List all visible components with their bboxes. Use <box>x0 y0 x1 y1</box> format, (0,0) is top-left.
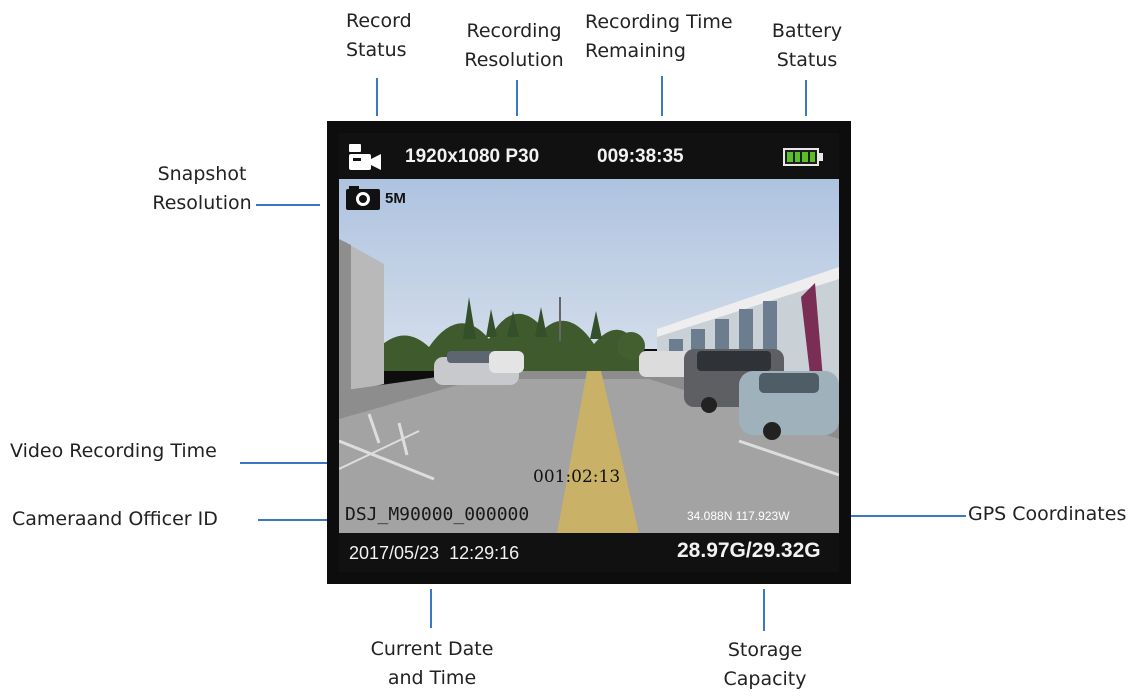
camera-icon <box>345 185 381 215</box>
storage-capacity-value: 28.97G/29.32G <box>677 539 821 562</box>
camera-screen: 1920x1080 P30 009:38:35 5M 001:02:13 DSJ… <box>327 121 851 584</box>
callout-snapshot-resolution-line2: Resolution <box>152 192 252 214</box>
callout-current-date-time: Current Date and Time <box>362 635 502 693</box>
callout-recording-time-remaining-line2: Remaining <box>585 40 686 62</box>
camera-officer-id-value: DSJ_M90000_000000 <box>345 504 530 525</box>
callout-gps-coordinates-text: GPS Coordinates <box>968 503 1127 525</box>
callout-battery-status-line2: Status <box>776 49 838 71</box>
callout-video-recording-time-text: Video Recording Time <box>10 440 217 462</box>
info-bar: 2017/05/23 12:29:16 28.97G/29.32G <box>339 533 839 572</box>
gps-coordinates-value: 34.088N 117.923W <box>687 509 790 523</box>
leader-recording-time-remaining <box>661 76 663 116</box>
status-bar: 1920x1080 P30 009:38:35 <box>339 133 839 179</box>
snapshot-resolution-value: 5M <box>385 190 406 207</box>
leader-camera-officer-id <box>258 519 336 521</box>
callout-battery-status: Battery Status <box>762 17 852 75</box>
leader-snapshot-resolution <box>256 204 320 206</box>
recording-time-value: 001:02:13 <box>533 467 621 487</box>
video-camera-icon <box>347 142 383 176</box>
callout-record-status-line2: Status <box>346 39 407 61</box>
callout-storage-capacity-line2: Capacity <box>723 668 807 690</box>
recording-resolution-value: 1920x1080 P30 <box>405 146 540 167</box>
leader-storage-capacity <box>763 589 765 631</box>
callout-recording-time-remaining-line1: Recording Time <box>585 11 733 33</box>
callout-record-status: Record Status <box>346 7 412 65</box>
callout-camera-officer-id: Cameraand Officer ID <box>12 505 218 534</box>
callout-recording-resolution-line1: Recording <box>466 20 562 42</box>
leader-battery-status <box>805 80 807 116</box>
callout-camera-officer-id-text: Cameraand Officer ID <box>12 508 218 530</box>
callout-recording-resolution: Recording Resolution <box>455 17 573 75</box>
leader-record-status <box>376 78 378 116</box>
leader-recording-resolution <box>516 80 518 116</box>
callout-gps-coordinates: GPS Coordinates <box>968 500 1126 529</box>
battery-tip <box>819 153 823 161</box>
callout-record-status-line1: Record <box>346 10 412 32</box>
callout-current-date-time-line1: Current Date <box>370 638 494 660</box>
callout-snapshot-resolution-line1: Snapshot <box>157 163 247 185</box>
callout-storage-capacity: Storage Capacity <box>710 636 820 694</box>
leader-current-date-time <box>430 589 432 628</box>
callout-current-date-time-line2: and Time <box>387 667 477 689</box>
current-datetime-value: 2017/05/23 12:29:16 <box>349 543 520 563</box>
callout-video-recording-time: Video Recording Time <box>10 437 217 466</box>
time-remaining-value: 009:38:35 <box>597 146 684 167</box>
callout-snapshot-resolution: Snapshot Resolution <box>140 160 264 218</box>
battery-icon <box>783 148 819 166</box>
callout-storage-capacity-line1: Storage <box>727 639 803 661</box>
callout-recording-resolution-line2: Resolution <box>464 49 564 71</box>
callout-recording-time-remaining: Recording Time Remaining <box>585 8 733 66</box>
camera-view: 5M 001:02:13 DSJ_M90000_000000 34.088N 1… <box>339 179 839 533</box>
callout-battery-status-line1: Battery <box>771 20 843 42</box>
